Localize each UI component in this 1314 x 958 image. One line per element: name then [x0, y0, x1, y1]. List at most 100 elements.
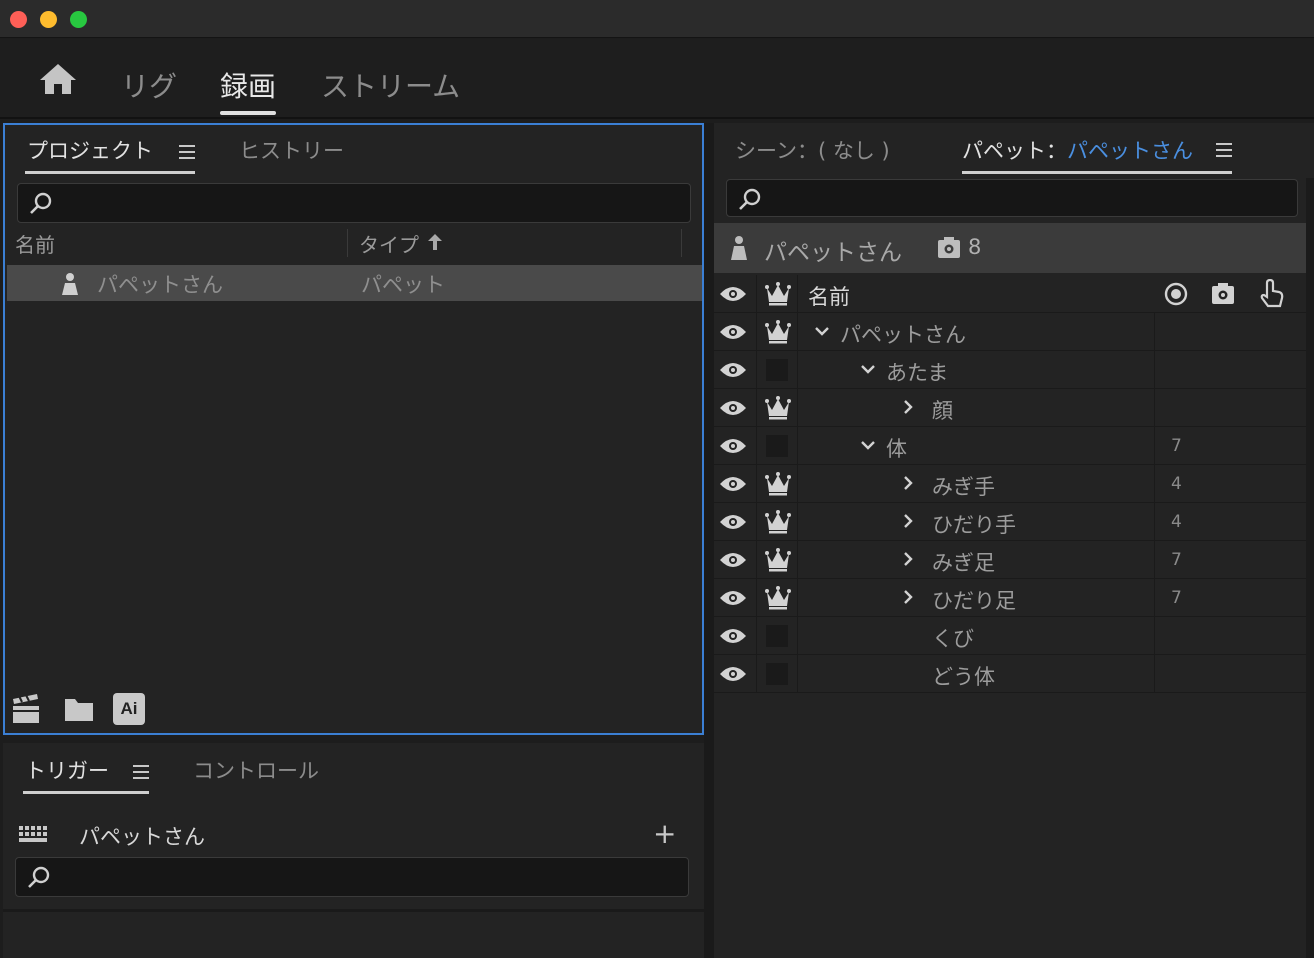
close-window-button[interactable]: [10, 11, 27, 28]
tree-row-label: みぎ手: [932, 475, 995, 499]
mode-bar: リグ 録画 ストリーム: [0, 39, 1314, 119]
eye-icon[interactable]: [714, 541, 752, 578]
behavior-count-cell: [1154, 655, 1306, 692]
trigger-panel: トリガー コントロール パペットさん +: [3, 743, 704, 958]
tree-row[interactable]: ひだり手 4: [714, 503, 1306, 541]
tree-row[interactable]: みぎ足 7: [714, 541, 1306, 579]
column-separator: [347, 229, 348, 257]
crown-icon[interactable]: [756, 541, 798, 578]
tree-row-label: 顔: [932, 399, 953, 423]
puppet-search-input[interactable]: [726, 179, 1298, 217]
trigger-menu-icon[interactable]: [133, 765, 149, 779]
mode-tab-stream[interactable]: ストリーム: [321, 65, 460, 105]
crown-icon[interactable]: [756, 313, 798, 350]
crown-icon[interactable]: [756, 465, 798, 502]
eye-icon[interactable]: [714, 389, 752, 426]
tree-row[interactable]: 体7: [714, 427, 1306, 465]
puppet-menu-icon[interactable]: [1216, 143, 1232, 157]
tab-triggers[interactable]: トリガー: [25, 755, 109, 785]
behavior-count-cell: 4: [1154, 503, 1306, 540]
eye-icon[interactable]: [714, 503, 752, 540]
chevron-right-icon[interactable]: [900, 549, 916, 569]
divider: [3, 909, 704, 912]
puppet-header[interactable]: パペットさん 8: [714, 223, 1306, 273]
tree-row[interactable]: 顔: [714, 389, 1306, 427]
chevron-down-icon[interactable]: [860, 359, 876, 379]
eye-icon[interactable]: [714, 275, 752, 312]
column-header-type[interactable]: タイプ: [359, 229, 419, 258]
tree-row[interactable]: くび: [714, 617, 1306, 655]
eye-icon[interactable]: [714, 655, 752, 692]
mode-tab-record[interactable]: 録画: [220, 65, 276, 105]
project-row[interactable]: パペットさん パペット: [7, 265, 702, 301]
handle-hand-icon[interactable]: [1257, 279, 1285, 309]
trigger-search-input[interactable]: [15, 857, 689, 897]
chevron-right-icon[interactable]: [900, 397, 916, 417]
tab-project[interactable]: プロジェクト: [27, 135, 153, 165]
active-mode-indicator: [220, 111, 276, 115]
eye-icon[interactable]: [714, 579, 752, 616]
folder-icon[interactable]: [63, 695, 95, 723]
empty-toggle-box: [766, 625, 788, 647]
search-icon: [28, 866, 50, 888]
tree-row[interactable]: ひだり足 7: [714, 579, 1306, 617]
behavior-icon: [938, 237, 960, 258]
tree-row[interactable]: みぎ手 4: [714, 465, 1306, 503]
chevron-right-icon[interactable]: [900, 511, 916, 531]
zoom-window-button[interactable]: [70, 11, 87, 28]
record-target-icon[interactable]: [1164, 282, 1188, 306]
project-panel: プロジェクト ヒストリー 名前 タイプ パペットさん パペット Ai: [3, 123, 704, 735]
panel-splitter[interactable]: [704, 123, 714, 958]
independent-toggle[interactable]: [756, 617, 798, 654]
chevron-down-icon[interactable]: [860, 435, 876, 455]
crown-icon[interactable]: [756, 579, 798, 616]
tree-row-label: あたま: [886, 361, 949, 385]
eye-icon[interactable]: [714, 617, 752, 654]
eye-icon[interactable]: [714, 465, 752, 502]
scrollbar-track[interactable]: [1306, 178, 1314, 958]
active-tab-indicator: [962, 171, 1232, 174]
tab-history[interactable]: ヒストリー: [239, 135, 344, 165]
behavior-count-cell: 7: [1154, 541, 1306, 578]
home-icon[interactable]: [38, 61, 78, 97]
tab-puppet[interactable]: パペット：パペットさん: [962, 135, 1193, 165]
puppet-tab-label: パペット：: [962, 139, 1067, 163]
crown-icon[interactable]: [756, 503, 798, 540]
chevron-right-icon[interactable]: [900, 587, 916, 607]
column-header-name[interactable]: 名前: [15, 229, 55, 258]
behavior-icon[interactable]: [1210, 281, 1236, 307]
tree-row[interactable]: パペットさん: [714, 313, 1306, 351]
scene-icon[interactable]: [11, 693, 41, 725]
eye-icon[interactable]: [714, 313, 752, 350]
independent-toggle[interactable]: [756, 351, 798, 388]
tab-controls[interactable]: コントロール: [193, 755, 319, 785]
tab-scene[interactable]: シーン：( なし ): [735, 135, 890, 165]
independent-toggle[interactable]: [756, 427, 798, 464]
chevron-down-icon[interactable]: [814, 321, 830, 341]
puppet-icon: [62, 273, 78, 295]
behavior-count-cell: 7: [1154, 579, 1306, 616]
independent-toggle[interactable]: [756, 655, 798, 692]
mode-tab-rig[interactable]: リグ: [121, 65, 177, 105]
eye-icon[interactable]: [714, 427, 752, 464]
add-trigger-button[interactable]: +: [653, 820, 676, 848]
project-search-input[interactable]: [17, 183, 691, 223]
tree-row-label: どう体: [932, 665, 995, 689]
tree-row[interactable]: あたま: [714, 351, 1306, 389]
eye-icon[interactable]: [714, 351, 752, 388]
behavior-count: 8: [968, 235, 982, 259]
minimize-window-button[interactable]: [40, 11, 57, 28]
tree-row-label: 体: [886, 437, 907, 461]
behavior-count-cell: [1154, 617, 1306, 654]
behavior-count: 4: [1171, 512, 1182, 532]
tree-header-name[interactable]: 名前: [808, 281, 850, 311]
tree-row[interactable]: どう体: [714, 655, 1306, 693]
project-menu-icon[interactable]: [179, 145, 195, 159]
crown-icon[interactable]: [756, 389, 798, 426]
crown-icon[interactable]: [756, 275, 798, 312]
puppet-tab-value[interactable]: パペットさん: [1067, 139, 1193, 163]
empty-toggle-box: [766, 435, 788, 457]
import-illustrator-button[interactable]: Ai: [113, 693, 145, 725]
chevron-right-icon[interactable]: [900, 473, 916, 493]
column-separator: [681, 229, 682, 257]
